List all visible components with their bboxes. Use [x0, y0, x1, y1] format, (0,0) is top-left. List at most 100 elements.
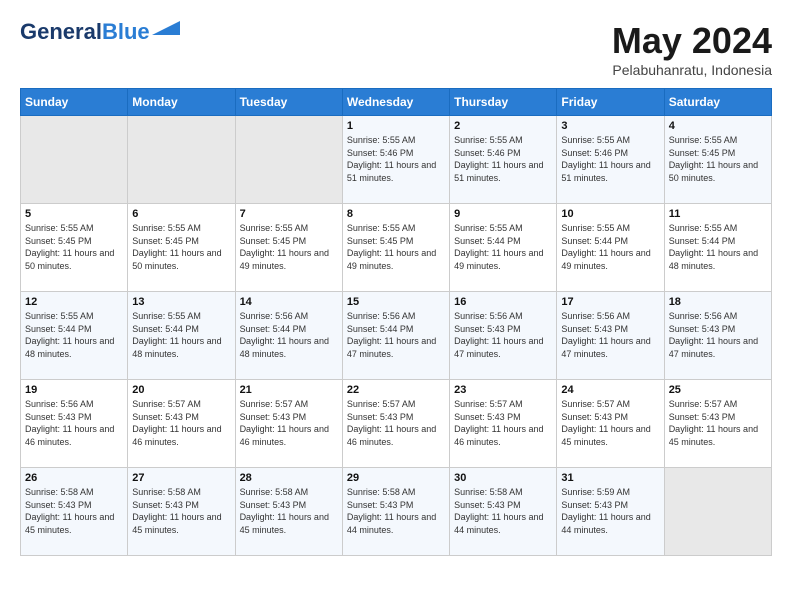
day-info: Sunrise: 5:55 AMSunset: 5:46 PMDaylight:…	[454, 134, 552, 184]
calendar-cell: 24Sunrise: 5:57 AMSunset: 5:43 PMDayligh…	[557, 380, 664, 468]
day-info: Sunrise: 5:57 AMSunset: 5:43 PMDaylight:…	[454, 398, 552, 448]
location: Pelabuhanratu, Indonesia	[612, 62, 772, 78]
calendar-cell: 14 Sunrise: 5:56 AMSunset: 5:44 PMDayligh…	[235, 292, 342, 380]
calendar-cell: 1Sunrise: 5:55 AMSunset: 5:46 PMDaylight…	[342, 116, 449, 204]
day-number: 14	[240, 296, 338, 308]
calendar-cell	[21, 116, 128, 204]
day-info: Sunrise: 5:55 AMSunset: 5:44 PMDaylight:…	[132, 310, 230, 360]
day-info: Sunrise: 5:55 AMSunset: 5:45 PMDaylight:…	[669, 134, 767, 184]
calendar-cell: 7Sunrise: 5:55 AMSunset: 5:45 PMDaylight…	[235, 204, 342, 292]
day-number: 20	[132, 384, 230, 396]
calendar-cell: 12Sunrise: 5:55 AMSunset: 5:44 PMDayligh…	[21, 292, 128, 380]
day-info: Sunrise: 5:57 AMSunset: 5:43 PMDaylight:…	[347, 398, 445, 448]
calendar-cell: 3 Sunrise: 5:55 AMSunset: 5:46 PMDaylight…	[557, 116, 664, 204]
calendar-cell: 20Sunrise: 5:57 AMSunset: 5:43 PMDayligh…	[128, 380, 235, 468]
calendar-cell: 22 Sunrise: 5:57 AMSunset: 5:43 PMDayligh…	[342, 380, 449, 468]
calendar-cell: 27 Sunrise: 5:58 AMSunset: 5:43 PMDayligh…	[128, 468, 235, 556]
calendar-cell: 30Sunrise: 5:58 AMSunset: 5:43 PMDayligh…	[450, 468, 557, 556]
calendar-cell: 5 Sunrise: 5:55 AMSunset: 5:45 PMDaylight…	[21, 204, 128, 292]
calendar-cell: 17 Sunrise: 5:56 AMSunset: 5:43 PMDayligh…	[557, 292, 664, 380]
calendar-week-row: 1Sunrise: 5:55 AMSunset: 5:46 PMDaylight…	[21, 116, 772, 204]
calendar-table: SundayMondayTuesdayWednesdayThursdayFrid…	[20, 88, 772, 556]
day-info: Sunrise: 5:57 AMSunset: 5:43 PMDaylight:…	[240, 398, 338, 448]
weekday-header: Friday	[557, 89, 664, 116]
day-info: Sunrise: 5:55 AMSunset: 5:44 PMDaylight:…	[561, 222, 659, 272]
day-number: 15	[347, 296, 445, 308]
day-info: Sunrise: 5:55 AMSunset: 5:44 PMDaylight:…	[454, 222, 552, 272]
day-number: 13	[132, 296, 230, 308]
calendar-cell: 21 Sunrise: 5:57 AMSunset: 5:43 PMDayligh…	[235, 380, 342, 468]
month-title: May 2024	[612, 20, 772, 62]
calendar-week-row: 26 Sunrise: 5:58 AMSunset: 5:43 PMDayligh…	[21, 468, 772, 556]
calendar-cell: 6 Sunrise: 5:55 AMSunset: 5:45 PMDaylight…	[128, 204, 235, 292]
calendar-cell: 10 Sunrise: 5:55 AMSunset: 5:44 PMDayligh…	[557, 204, 664, 292]
calendar-cell: 8 Sunrise: 5:55 AMSunset: 5:45 PMDaylight…	[342, 204, 449, 292]
day-number: 21	[240, 384, 338, 396]
calendar-week-row: 19 Sunrise: 5:56 AMSunset: 5:43 PMDayligh…	[21, 380, 772, 468]
day-info: Sunrise: 5:56 AMSunset: 5:43 PMDaylight:…	[669, 310, 767, 360]
day-number: 8	[347, 208, 445, 220]
logo: GeneralBlue	[20, 20, 180, 44]
calendar-cell: 31 Sunrise: 5:59 AMSunset: 5:43 PMDayligh…	[557, 468, 664, 556]
day-info: Sunrise: 5:55 AMSunset: 5:45 PMDaylight:…	[132, 222, 230, 272]
calendar-header-row: SundayMondayTuesdayWednesdayThursdayFrid…	[21, 89, 772, 116]
day-number: 27	[132, 472, 230, 484]
calendar-cell: 16Sunrise: 5:56 AMSunset: 5:43 PMDayligh…	[450, 292, 557, 380]
day-info: Sunrise: 5:56 AMSunset: 5:43 PMDaylight:…	[454, 310, 552, 360]
calendar-cell: 25Sunrise: 5:57 AMSunset: 5:43 PMDayligh…	[664, 380, 771, 468]
day-info: Sunrise: 5:59 AMSunset: 5:43 PMDaylight:…	[561, 486, 659, 536]
day-number: 3	[561, 120, 659, 132]
calendar-body: 1Sunrise: 5:55 AMSunset: 5:46 PMDaylight…	[21, 116, 772, 556]
day-number: 10	[561, 208, 659, 220]
day-info: Sunrise: 5:58 AMSunset: 5:43 PMDaylight:…	[132, 486, 230, 536]
day-number: 23	[454, 384, 552, 396]
calendar-cell	[664, 468, 771, 556]
day-number: 31	[561, 472, 659, 484]
calendar-cell: 29 Sunrise: 5:58 AMSunset: 5:43 PMDayligh…	[342, 468, 449, 556]
day-info: Sunrise: 5:55 AMSunset: 5:45 PMDaylight:…	[347, 222, 445, 272]
calendar-cell	[235, 116, 342, 204]
calendar-cell: 26 Sunrise: 5:58 AMSunset: 5:43 PMDayligh…	[21, 468, 128, 556]
logo-text: GeneralBlue	[20, 20, 150, 44]
day-number: 6	[132, 208, 230, 220]
day-info: Sunrise: 5:58 AMSunset: 5:43 PMDaylight:…	[347, 486, 445, 536]
weekday-header: Wednesday	[342, 89, 449, 116]
weekday-header: Thursday	[450, 89, 557, 116]
day-info: Sunrise: 5:55 AMSunset: 5:46 PMDaylight:…	[561, 134, 659, 184]
calendar-cell: 28Sunrise: 5:58 AMSunset: 5:43 PMDayligh…	[235, 468, 342, 556]
weekday-header: Monday	[128, 89, 235, 116]
day-info: Sunrise: 5:56 AMSunset: 5:44 PMDaylight:…	[240, 310, 338, 360]
day-info: Sunrise: 5:55 AMSunset: 5:44 PMDaylight:…	[25, 310, 123, 360]
calendar-cell	[128, 116, 235, 204]
day-number: 30	[454, 472, 552, 484]
day-number: 4	[669, 120, 767, 132]
calendar-week-row: 5 Sunrise: 5:55 AMSunset: 5:45 PMDaylight…	[21, 204, 772, 292]
day-number: 29	[347, 472, 445, 484]
day-number: 11	[669, 208, 767, 220]
day-number: 9	[454, 208, 552, 220]
day-info: Sunrise: 5:56 AMSunset: 5:43 PMDaylight:…	[25, 398, 123, 448]
day-info: Sunrise: 5:58 AMSunset: 5:43 PMDaylight:…	[25, 486, 123, 536]
calendar-cell: 11 Sunrise: 5:55 AMSunset: 5:44 PMDayligh…	[664, 204, 771, 292]
day-number: 7	[240, 208, 338, 220]
calendar-cell: 19 Sunrise: 5:56 AMSunset: 5:43 PMDayligh…	[21, 380, 128, 468]
day-info: Sunrise: 5:56 AMSunset: 5:44 PMDaylight:…	[347, 310, 445, 360]
day-info: Sunrise: 5:58 AMSunset: 5:43 PMDaylight:…	[240, 486, 338, 536]
day-number: 24	[561, 384, 659, 396]
title-block: May 2024 Pelabuhanratu, Indonesia	[612, 20, 772, 78]
calendar-cell: 2 Sunrise: 5:55 AMSunset: 5:46 PMDaylight…	[450, 116, 557, 204]
logo-icon	[152, 21, 180, 35]
day-number: 2	[454, 120, 552, 132]
day-number: 5	[25, 208, 123, 220]
weekday-header: Saturday	[664, 89, 771, 116]
day-info: Sunrise: 5:55 AMSunset: 5:45 PMDaylight:…	[25, 222, 123, 272]
day-info: Sunrise: 5:56 AMSunset: 5:43 PMDaylight:…	[561, 310, 659, 360]
day-number: 22	[347, 384, 445, 396]
day-number: 19	[25, 384, 123, 396]
day-info: Sunrise: 5:55 AMSunset: 5:44 PMDaylight:…	[669, 222, 767, 272]
calendar-cell: 9 Sunrise: 5:55 AMSunset: 5:44 PMDaylight…	[450, 204, 557, 292]
calendar-cell: 4 Sunrise: 5:55 AMSunset: 5:45 PMDaylight…	[664, 116, 771, 204]
weekday-header: Tuesday	[235, 89, 342, 116]
day-number: 26	[25, 472, 123, 484]
day-number: 17	[561, 296, 659, 308]
